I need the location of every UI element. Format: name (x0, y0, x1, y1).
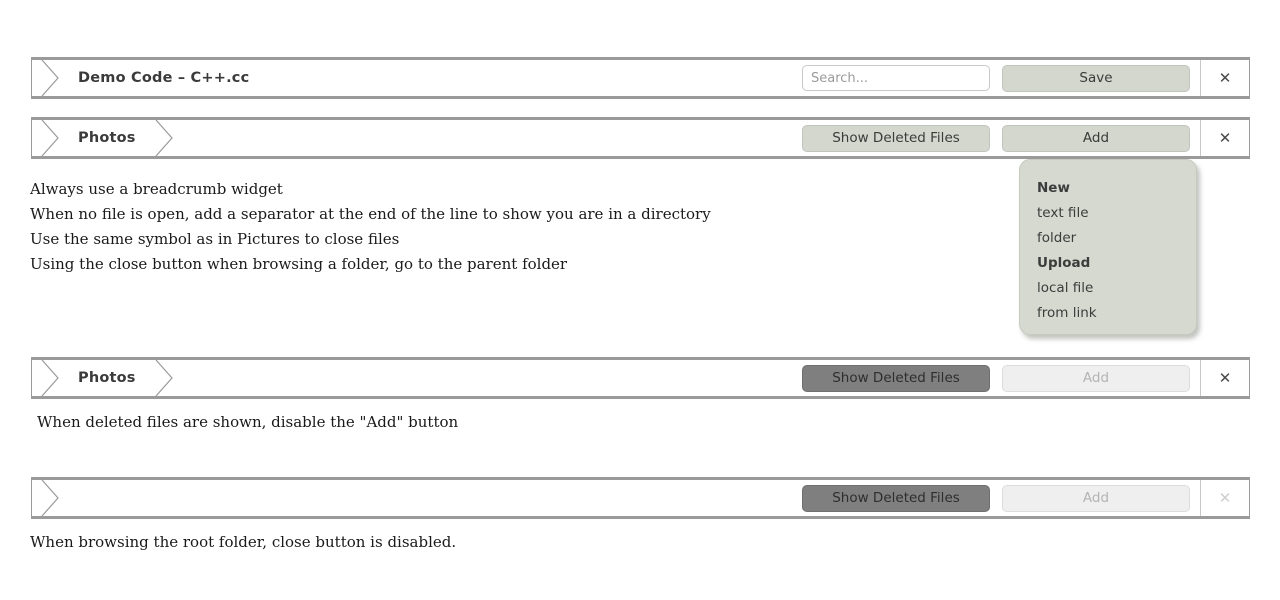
add-button: Add (1002, 484, 1190, 512)
toolbar-file-open: Demo Code – C++.cc Save ✕ (31, 57, 1250, 99)
breadcrumb[interactable] (32, 480, 802, 516)
close-icon[interactable]: ✕ (1219, 130, 1232, 146)
note-line-4: Using the close button when browsing a f… (30, 255, 568, 273)
chevron-separator-icon (32, 120, 66, 156)
show-deleted-files-button[interactable]: Show Deleted Files (802, 484, 990, 512)
chevron-trailing-icon (150, 360, 184, 396)
close-icon[interactable]: ✕ (1219, 370, 1232, 386)
search-input[interactable] (802, 65, 990, 91)
show-deleted-files-button[interactable]: Show Deleted Files (802, 124, 990, 152)
note-line-6: When browsing the root folder, close but… (30, 533, 457, 551)
chevron-separator-icon (32, 480, 66, 516)
save-button[interactable]: Save (1002, 64, 1190, 92)
close-icon: ✕ (1218, 488, 1232, 507)
chevron-separator-icon (32, 60, 66, 96)
dropdown-item-folder[interactable]: folder (1037, 226, 1196, 251)
chevron-separator-icon (32, 360, 66, 396)
breadcrumb[interactable]: Photos (32, 360, 802, 396)
toolbar-controls: Show Deleted Files Add ✕ (802, 480, 1249, 516)
dropdown-header-upload: Upload (1037, 255, 1091, 271)
note-line-3: Use the same symbol as in Pictures to cl… (30, 230, 400, 248)
add-dropdown-menu[interactable]: New text file folder Upload local file f… (1019, 159, 1197, 335)
dropdown-item-text-file[interactable]: text file (1037, 201, 1196, 226)
toolbar-controls: Show Deleted Files Add ✕ (802, 360, 1249, 396)
close-icon[interactable]: ✕ (1219, 70, 1232, 86)
dropdown-item-from-link[interactable]: from link (1037, 301, 1196, 326)
breadcrumb-label[interactable]: Demo Code – C++.cc (66, 70, 263, 86)
toolbar-controls: Save ✕ (802, 60, 1249, 96)
close-button[interactable]: ✕ (1200, 120, 1249, 156)
note-line-5: When deleted files are shown, disable th… (37, 413, 459, 431)
close-button: ✕ (1200, 480, 1249, 516)
toolbar-root-folder: Show Deleted Files Add ✕ (31, 477, 1250, 519)
breadcrumb[interactable]: Demo Code – C++.cc (32, 60, 802, 96)
chevron-trailing-icon (150, 120, 184, 156)
dropdown-item-local-file[interactable]: local file (1037, 276, 1196, 301)
note-line-2: When no file is open, add a separator at… (30, 205, 711, 223)
breadcrumb-label[interactable]: Photos (66, 370, 150, 386)
close-button[interactable]: ✕ (1200, 60, 1249, 96)
add-button: Add (1002, 364, 1190, 392)
add-button[interactable]: Add (1002, 124, 1190, 152)
toolbar-controls: Show Deleted Files Add ✕ (802, 120, 1249, 156)
close-button[interactable]: ✕ (1200, 360, 1249, 396)
toolbar-deleted-shown: Photos Show Deleted Files Add ✕ (31, 357, 1250, 399)
show-deleted-files-button[interactable]: Show Deleted Files (802, 364, 990, 392)
breadcrumb-label[interactable]: Photos (66, 130, 150, 146)
dropdown-header-new: New (1037, 180, 1070, 196)
toolbar-folder-open: Photos Show Deleted Files Add ✕ (31, 117, 1250, 159)
breadcrumb[interactable]: Photos (32, 120, 802, 156)
note-line-1: Always use a breadcrumb widget (30, 180, 283, 198)
